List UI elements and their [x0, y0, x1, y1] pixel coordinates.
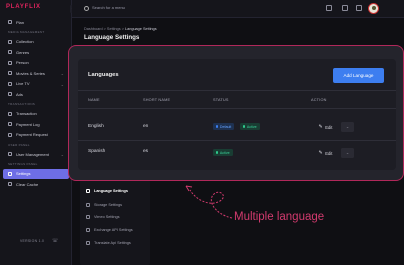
annotation-arrow	[185, 185, 233, 219]
annotation-label: Multiple language	[234, 211, 325, 223]
